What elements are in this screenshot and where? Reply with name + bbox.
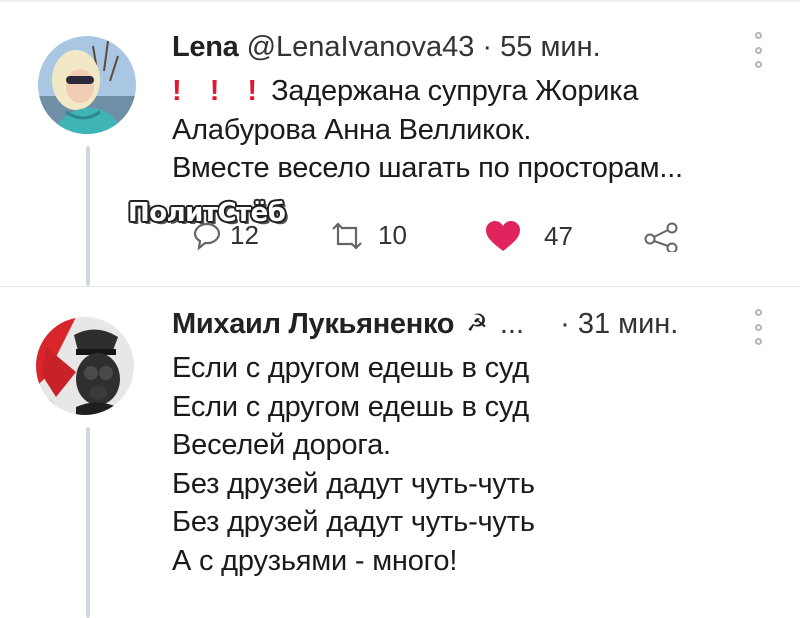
share-icon	[644, 222, 678, 252]
tweet-text: ! ! ! Задержана супруга Жорика Алабурова …	[172, 72, 683, 188]
tweet-line: Если с другом едешь в суд	[172, 390, 529, 423]
timestamp[interactable]: 55 мин.	[500, 31, 601, 63]
tweet-mikhail[interactable]: Михаил Лукьяненко ☭ ... · 31 мин. Если с…	[0, 287, 800, 618]
thread-connector	[86, 427, 90, 618]
tweet-line: А с друзьями - много!	[172, 544, 458, 577]
avatar[interactable]	[38, 36, 136, 134]
exclamation-marks: ! ! !	[172, 75, 268, 107]
heart-icon	[486, 221, 520, 251]
hammer-sickle-icon: ☭	[466, 310, 488, 337]
more-vertical-icon[interactable]	[752, 309, 764, 345]
author-name[interactable]: Михаил Лукьяненко	[172, 308, 455, 340]
author-name[interactable]: Lena	[172, 31, 239, 63]
tweet-line: Веселей дорога.	[172, 429, 391, 461]
timestamp[interactable]: 31 мин.	[578, 308, 679, 340]
tweet-lena[interactable]: Lena @LenaIvanova43 · 55 мин. ! ! ! Задер…	[0, 0, 800, 286]
tweet-line: Если с другом едешь в суд	[172, 352, 529, 384]
tweet-line: Вместе весело шагать по просторам...	[172, 152, 683, 184]
retweet-icon	[332, 221, 362, 250]
tweet-line: Алабурова Анна Велликок.	[172, 113, 532, 146]
retweet-button[interactable]: 10	[328, 220, 407, 251]
watermark: ПолитСтёб	[128, 198, 286, 228]
author-handle[interactable]: @LenaIvanova43	[247, 31, 475, 63]
like-button[interactable]: 47	[484, 220, 573, 252]
tweet-line: Без друзей дадут чуть-чуть	[172, 506, 535, 538]
name-ellipsis: ...	[499, 308, 525, 340]
avatar[interactable]	[36, 317, 134, 415]
share-button[interactable]	[644, 222, 680, 252]
tweet-line: ! ! ! Задержана супруга Жорика	[172, 75, 639, 107]
retweet-count: 10	[378, 220, 407, 250]
like-count: 47	[544, 220, 573, 251]
action-bar: 12 10 47	[0, 210, 800, 260]
more-vertical-icon[interactable]	[752, 32, 764, 68]
tweet-line: Без друзей дадут чуть-чуть	[172, 467, 535, 500]
tweet-text: Если с другом едешь в суд Если с другом …	[172, 349, 535, 580]
tweet-header: Михаил Лукьяненко ☭ ... · 31 мин.	[172, 307, 678, 341]
tweet-header: Lena @LenaIvanova43 · 55 мин.	[172, 30, 601, 64]
separator: ·	[482, 31, 493, 63]
separator: ·	[560, 308, 570, 340]
